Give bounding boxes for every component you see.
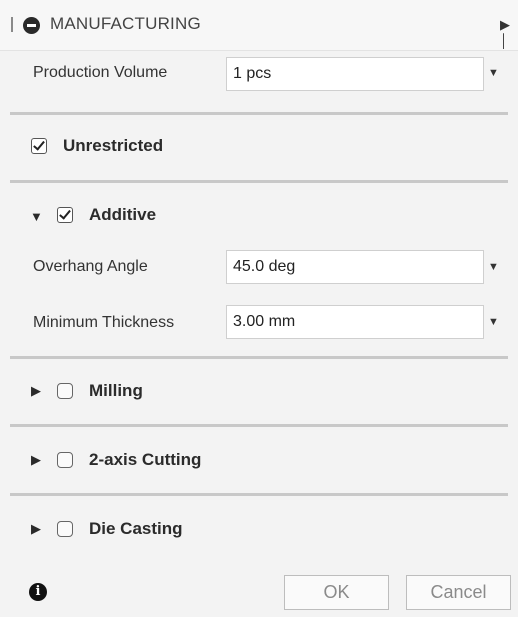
overhang-angle-label: Overhang Angle bbox=[33, 258, 148, 275]
die-casting-label[interactable]: Die Casting bbox=[89, 519, 183, 539]
cutting-label[interactable]: 2-axis Cutting bbox=[89, 450, 201, 470]
cutting-checkbox[interactable] bbox=[57, 452, 73, 468]
drag-grip-icon[interactable] bbox=[11, 17, 13, 32]
unrestricted-label[interactable]: Unrestricted bbox=[63, 136, 163, 156]
cancel-button[interactable]: Cancel bbox=[406, 575, 511, 610]
triangle-down-icon[interactable]: ▼ bbox=[30, 209, 43, 224]
chevron-down-icon[interactable]: ▼ bbox=[488, 261, 499, 273]
triangle-right-icon[interactable]: ▶ bbox=[31, 452, 41, 468]
minus-circle-icon[interactable] bbox=[23, 17, 40, 34]
triangle-right-icon[interactable]: ▶ bbox=[31, 383, 41, 399]
chevron-down-icon[interactable]: ▼ bbox=[488, 67, 499, 79]
overhang-angle-value: 45.0 deg bbox=[233, 258, 296, 275]
divider bbox=[10, 112, 508, 115]
overhang-angle-dropdown[interactable]: 45.0 deg bbox=[226, 250, 484, 284]
production-volume-value: 1 pcs bbox=[233, 65, 272, 82]
panel-title: MANUFACTURING bbox=[50, 14, 201, 33]
triangle-right-icon[interactable]: ▶ bbox=[31, 521, 41, 537]
divider bbox=[10, 180, 508, 183]
production-volume-dropdown[interactable]: 1 pcs bbox=[226, 57, 484, 91]
milling-label[interactable]: Milling bbox=[89, 381, 143, 401]
minimum-thickness-value: 3.00 mm bbox=[233, 313, 296, 330]
info-icon[interactable]: i bbox=[29, 583, 47, 601]
minimum-thickness-dropdown[interactable]: 3.00 mm bbox=[226, 305, 484, 339]
manufacturing-panel: MANUFACTURING ▶​│ Production Volume 1 pc… bbox=[0, 0, 518, 617]
ok-button[interactable]: OK bbox=[284, 575, 389, 610]
chevron-down-icon[interactable]: ▼ bbox=[488, 316, 499, 328]
divider bbox=[10, 356, 508, 359]
panel-header: MANUFACTURING ▶​│ bbox=[0, 0, 518, 51]
additive-label[interactable]: Additive bbox=[89, 205, 156, 225]
divider bbox=[10, 493, 508, 496]
minimum-thickness-label: Minimum Thickness bbox=[33, 314, 175, 331]
milling-checkbox[interactable] bbox=[57, 383, 73, 399]
divider bbox=[10, 424, 508, 427]
double-arrow-right-icon[interactable]: ▶​│ bbox=[500, 17, 518, 48]
production-volume-label: Production Volume bbox=[33, 64, 168, 81]
die-casting-checkbox[interactable] bbox=[57, 521, 73, 537]
unrestricted-checkbox[interactable] bbox=[31, 138, 47, 154]
additive-checkbox[interactable] bbox=[57, 207, 73, 223]
